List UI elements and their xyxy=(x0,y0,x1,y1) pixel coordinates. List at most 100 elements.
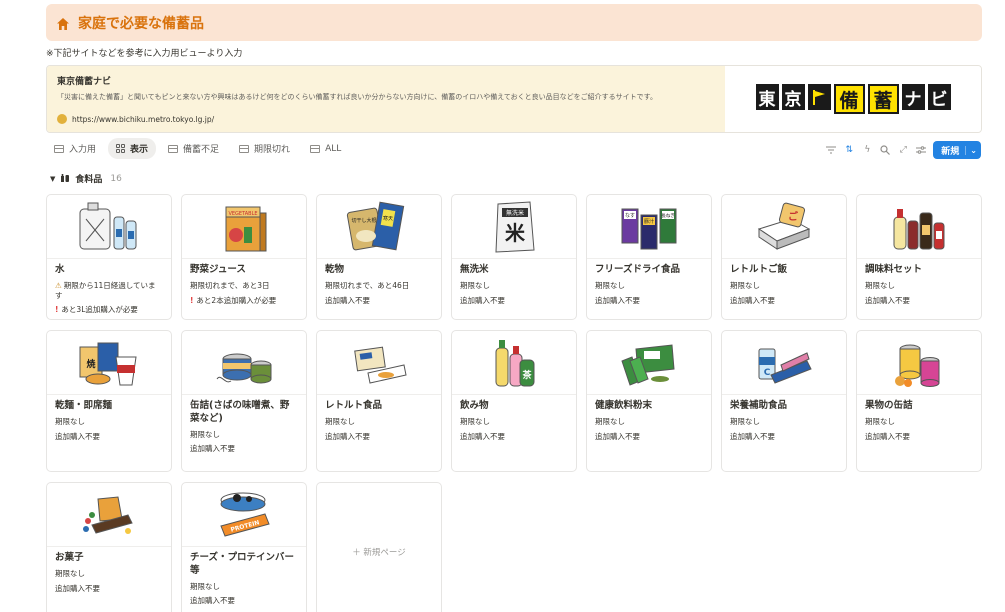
tab-expired[interactable]: 期限切れ xyxy=(231,138,298,159)
retort-pouch-icon xyxy=(317,331,441,395)
table-icon xyxy=(168,144,179,153)
svg-text:長ねぎ: 長ねぎ xyxy=(661,212,675,219)
card-item[interactable]: VEGETABLE 野菜ジュース 期限切れまで、あと3日 ! あと2本追加購入が必… xyxy=(181,194,307,320)
purchase-status: 追加購入不要 xyxy=(325,295,370,305)
bookmark-url: https://www.bichiku.metro.tokyo.lg.jp/ xyxy=(72,114,215,124)
svg-text:豚汁: 豚汁 xyxy=(644,218,654,225)
expiry-status: 期限なし xyxy=(55,416,85,426)
new-button[interactable]: 新規 ⌄ xyxy=(933,141,981,159)
view-tabs: 入力用 表示 備蓄不足 期限切れ ALL xyxy=(46,138,349,159)
purchase-status: 追加購入不要 xyxy=(55,431,100,441)
tab-input[interactable]: 入力用 xyxy=(46,138,104,159)
search-icon[interactable] xyxy=(879,144,891,156)
sort-icon[interactable]: ⇅ xyxy=(843,144,855,156)
group-count: 16 xyxy=(110,173,122,184)
expiry-status: 期限切れまで、あと3日 xyxy=(190,280,270,290)
purchase-status: ! あと3L追加購入が必要 xyxy=(55,305,138,315)
purchase-status: 追加購入不要 xyxy=(865,431,910,441)
card-title: フリーズドライ食品 xyxy=(595,264,681,275)
expand-icon[interactable]: ⤢ xyxy=(897,144,909,156)
settings-icon[interactable] xyxy=(915,144,927,156)
cheese-protein-bar-icon: PROTEIN xyxy=(182,483,306,547)
card-title: 野菜ジュース xyxy=(190,264,246,275)
card-item[interactable]: 調味料セット 期限なし 追加購入不要 xyxy=(856,194,982,320)
page-title: 家庭で必要な備蓄品 xyxy=(78,15,204,32)
tab-label: 備蓄不足 xyxy=(183,145,220,155)
logo-char: 蓄 xyxy=(867,84,899,114)
tab-all[interactable]: ALL xyxy=(302,138,349,159)
group-header[interactable]: ▼ 食料品 16 xyxy=(50,172,122,186)
svg-text:焼: 焼 xyxy=(86,358,95,370)
svg-text:無洗米: 無洗米 xyxy=(506,209,524,217)
purchase-status: ! あと2本追加購入が必要 xyxy=(190,295,277,305)
instant-noodles-icon: 焼 xyxy=(47,331,171,395)
bookmark-url-row: https://www.bichiku.metro.tokyo.lg.jp/ xyxy=(57,114,214,124)
automation-icon[interactable]: ϟ xyxy=(861,144,873,156)
flag-icon xyxy=(807,84,831,110)
filter-icon[interactable] xyxy=(825,144,837,156)
card-item[interactable]: なす豚汁 長ねぎ フリーズドライ食品 期限なし 追加購入不要 xyxy=(586,194,712,320)
new-page-button[interactable]: ＋ 新規ページ xyxy=(316,482,442,612)
card-item[interactable]: 茶 飲み物 期限なし 追加購入不要 xyxy=(451,330,577,472)
snacks-icon xyxy=(47,483,171,547)
header-callout: 家庭で必要な備蓄品 xyxy=(46,4,982,41)
svg-text:VEGETABLE: VEGETABLE xyxy=(228,211,257,217)
card-item[interactable]: PROTEIN チーズ・プロテインバー等 期限なし 追加購入不要 xyxy=(181,482,307,612)
home-icon xyxy=(56,16,70,30)
card-title: チーズ・プロテインバー等 xyxy=(190,552,295,576)
expiry-status: 期限なし xyxy=(730,280,760,290)
exclamation-icon: ! xyxy=(55,305,59,315)
logo-char: 京 xyxy=(781,84,805,110)
exclamation-icon: ! xyxy=(190,295,194,305)
tab-label: 期限切れ xyxy=(254,145,291,155)
expiry-status: 期限なし xyxy=(55,568,85,578)
health-powder-icon xyxy=(587,331,711,395)
card-item[interactable]: 無洗米米 無洗米 期限なし 追加購入不要 xyxy=(451,194,577,320)
card-item[interactable]: 焼 乾麺・即席麺 期限なし 追加購入不要 xyxy=(46,330,172,472)
purchase-status: 追加購入不要 xyxy=(595,431,640,441)
gallery-icon xyxy=(116,144,126,153)
tab-display[interactable]: 表示 xyxy=(108,138,157,159)
card-title: お菓子 xyxy=(55,552,84,563)
card-item[interactable]: 果物の缶詰 期限なし 追加購入不要 xyxy=(856,330,982,472)
svg-text:ご: ご xyxy=(788,210,799,223)
card-title: 水 xyxy=(55,264,65,275)
logo-char: 備 xyxy=(833,84,865,114)
canned-food-icon xyxy=(182,331,306,395)
svg-text:なす: なす xyxy=(625,212,635,219)
card-item[interactable]: お菓子 期限なし 追加購入不要 xyxy=(46,482,172,612)
caret-down-icon[interactable]: ▼ xyxy=(50,175,55,183)
table-icon xyxy=(310,144,321,153)
card-item[interactable]: レトルト食品 期限なし 追加購入不要 xyxy=(316,330,442,472)
bookmark-description: 「災害に備えた備蓄」と聞いてもピンと来ない方や興味はあるけど何をどのくらい備蓄す… xyxy=(57,93,657,101)
favicon-icon xyxy=(57,114,67,124)
card-item[interactable]: 切干し大根 寒天 乾物 期限切れまで、あと46日 追加購入不要 xyxy=(316,194,442,320)
expiry-status: 期限なし xyxy=(595,416,625,426)
expiry-status: 期限なし xyxy=(460,280,490,290)
vegetable-juice-icon: VEGETABLE xyxy=(182,195,306,259)
food-icon xyxy=(60,172,70,185)
retort-rice-icon: ご xyxy=(722,195,846,259)
card-item[interactable]: ご レトルトご飯 期限なし 追加購入不要 xyxy=(721,194,847,320)
group-name: 食料品 xyxy=(75,175,103,185)
card-item[interactable]: 缶詰(さばの味噌煮、野菜など) 期限なし 追加購入不要 xyxy=(181,330,307,472)
purchase-status: 追加購入不要 xyxy=(730,295,775,305)
card-item[interactable]: 健康飲料粉末 期限なし 追加購入不要 xyxy=(586,330,712,472)
card-title: 健康飲料粉末 xyxy=(595,400,653,411)
purchase-status: 追加購入不要 xyxy=(55,583,100,593)
logo-char: ビ xyxy=(927,84,951,110)
card-item[interactable]: C 栄養補助食品 期限なし 追加購入不要 xyxy=(721,330,847,472)
expiry-status: 期限なし xyxy=(595,280,625,290)
card-title: 飲み物 xyxy=(460,400,489,411)
purchase-status: 追加購入不要 xyxy=(595,295,640,305)
purchase-status: 追加購入不要 xyxy=(730,431,775,441)
card-title: 乾麺・即席麺 xyxy=(55,400,113,411)
card-item[interactable]: 水 ⚠ 期限から11日経過しています ! あと3L追加購入が必要 xyxy=(46,194,172,320)
site-logo: 東 京 備 蓄 ナ ビ xyxy=(755,84,951,114)
bookmark-link[interactable]: 東京備蓄ナビ 「災害に備えた備蓄」と聞いてもピンと来ない方や興味はあるけど何をど… xyxy=(46,65,982,133)
chevron-down-icon[interactable]: ⌄ xyxy=(965,145,981,155)
svg-text:切干し大根: 切干し大根 xyxy=(351,217,376,224)
dried-food-icon: 切干し大根 寒天 xyxy=(317,195,441,259)
tab-shortage[interactable]: 備蓄不足 xyxy=(160,138,227,159)
card-title: 調味料セット xyxy=(865,264,923,275)
